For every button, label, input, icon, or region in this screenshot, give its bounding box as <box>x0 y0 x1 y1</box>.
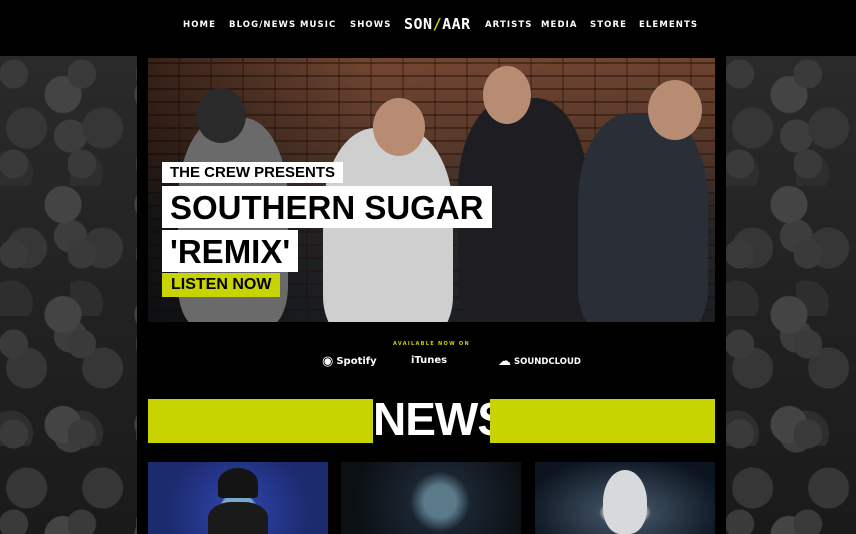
logo-slash: / <box>432 15 443 33</box>
itunes-label: iTunes <box>411 355 448 366</box>
available-now-heading: AVAILABLE NOW ON <box>393 341 470 347</box>
spotify-link[interactable]: ◉ Spotify <box>322 355 377 368</box>
hero-title-line1: SOUTHERN SUGAR <box>162 186 492 228</box>
news-card[interactable] <box>341 462 521 534</box>
nav-elements[interactable]: ELEMENTS <box>639 20 698 30</box>
band-member-head <box>483 66 531 124</box>
nav-shows[interactable]: SHOWS <box>350 20 391 30</box>
crowd-background-left <box>0 56 137 534</box>
band-member-figure <box>578 113 708 322</box>
site-logo[interactable]: SON/AAR <box>404 15 471 33</box>
nav-store[interactable]: STORE <box>590 20 627 30</box>
nav-artists[interactable]: ARTISTS <box>485 20 532 30</box>
main-column: THE CREW PRESENTS SOUTHERN SUGAR 'REMIX'… <box>137 56 726 534</box>
news-card-image-figure <box>603 470 647 534</box>
hero-banner: THE CREW PRESENTS SOUTHERN SUGAR 'REMIX'… <box>148 58 715 322</box>
soundcloud-label: SOUNDCLOUD <box>514 356 581 367</box>
logo-text-right: AAR <box>442 15 471 33</box>
news-accent-bar-left <box>148 399 373 443</box>
store-links: ◉ Spotify iTunes ☁ SOUNDCLOUD <box>137 355 726 375</box>
itunes-link[interactable]: iTunes <box>408 355 447 366</box>
news-card-image-figure <box>208 502 268 534</box>
nav-music[interactable]: MUSIC <box>300 20 336 30</box>
band-member-head <box>373 98 425 156</box>
nav-home[interactable]: HOME <box>183 20 216 30</box>
band-member-head <box>196 88 246 143</box>
news-card-image-figure <box>218 468 258 498</box>
hero-presents-label: THE CREW PRESENTS <box>162 162 344 183</box>
soundcloud-icon: ☁ <box>498 354 511 369</box>
crowd-background-right <box>726 56 856 534</box>
news-card[interactable] <box>535 462 715 534</box>
nav-blog-news[interactable]: BLOG/NEWS <box>229 20 296 30</box>
nav-media[interactable]: MEDIA <box>541 20 578 30</box>
news-accent-bar-right <box>490 399 715 443</box>
news-section-title: NEWS <box>373 393 508 445</box>
news-card[interactable] <box>148 462 328 534</box>
top-navigation: HOME BLOG/NEWS MUSIC SHOWS SON/AAR ARTIS… <box>0 0 856 56</box>
listen-now-button[interactable]: LISTEN NOW <box>162 273 281 297</box>
band-member-head <box>648 80 702 140</box>
hero-title-line2: 'REMIX' <box>162 230 299 272</box>
spotify-icon: ◉ <box>322 354 334 369</box>
soundcloud-link[interactable]: ☁ SOUNDCLOUD <box>498 355 581 368</box>
logo-text-left: SON <box>404 15 433 33</box>
spotify-label: Spotify <box>336 356 377 367</box>
